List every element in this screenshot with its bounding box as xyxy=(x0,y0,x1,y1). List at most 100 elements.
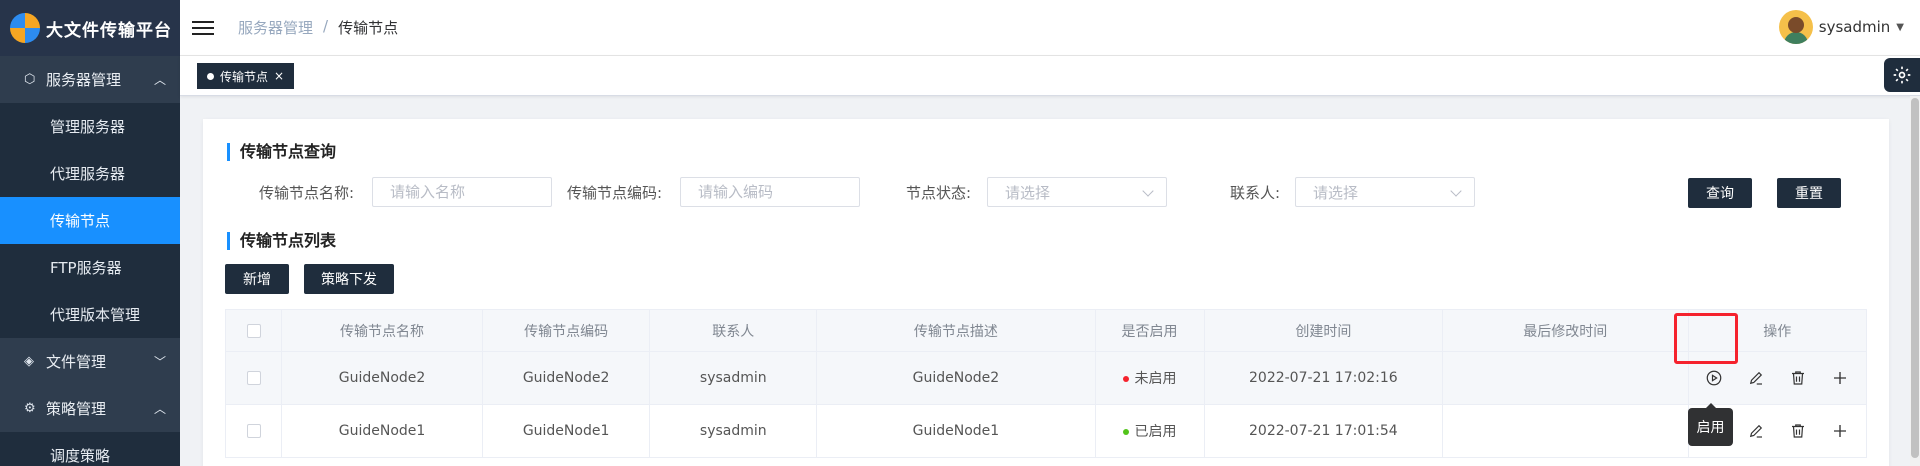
cube-icon: ⬡ xyxy=(24,72,36,87)
sidebar-item-manage-servers[interactable]: 管理服务器 xyxy=(0,103,180,150)
logo-icon xyxy=(10,13,40,43)
sidebar-group-label: 策略管理 xyxy=(46,400,107,418)
add-button[interactable]: 新增 xyxy=(225,264,289,294)
chevron-down-icon xyxy=(1142,185,1154,197)
table-header-row: 传输节点名称 传输节点编码 联系人 传输节点描述 是否启用 创建时间 最后修改时… xyxy=(224,309,1867,352)
dispatch-policy-button[interactable]: 策略下发 xyxy=(304,264,394,294)
column-header: 联系人 xyxy=(649,309,818,352)
select-placeholder: 请选择 xyxy=(1313,183,1359,202)
column-header: 传输节点描述 xyxy=(816,309,1096,352)
tags-view: 传输节点 × xyxy=(180,56,1920,96)
scrollbar-thumb[interactable] xyxy=(1911,98,1919,458)
username[interactable]: sysadmin xyxy=(1819,18,1891,36)
cell-description: GuideNode1 xyxy=(816,404,1096,458)
delete-icon[interactable] xyxy=(1786,419,1810,443)
sidebar-item-proxy-versions[interactable]: 代理版本管理 xyxy=(0,291,180,338)
column-header: 最后修改时间 xyxy=(1442,309,1689,352)
status-dot-icon xyxy=(1122,429,1129,435)
cell-created: 2022-07-21 17:01:54 xyxy=(1203,404,1444,458)
top-header: 服务器管理 / 传输节点 sysadmin ▼ xyxy=(180,0,1920,56)
contact-select[interactable]: 请选择 xyxy=(1295,177,1475,207)
node-code-input[interactable] xyxy=(680,177,860,207)
select-all-checkbox[interactable] xyxy=(224,309,283,352)
column-header: 创建时间 xyxy=(1203,309,1444,352)
cell-status: 已启用 xyxy=(1094,404,1205,458)
sidebar-item-schedule-policy[interactable]: 调度策略 xyxy=(0,432,180,466)
breadcrumb-separator: / xyxy=(323,17,329,35)
cell-modified xyxy=(1442,404,1689,458)
row-checkbox[interactable] xyxy=(224,404,283,458)
caret-down-icon[interactable]: ▼ xyxy=(1896,22,1904,33)
app-logo: 大文件传输平台 xyxy=(0,0,180,56)
chevron-up-icon: ︿ xyxy=(153,402,166,416)
breadcrumb-item-parent[interactable]: 服务器管理 xyxy=(238,17,313,38)
nodes-table: 传输节点名称 传输节点编码 联系人 传输节点描述 是否启用 创建时间 最后修改时… xyxy=(224,309,1867,458)
select-placeholder: 请选择 xyxy=(1005,183,1051,202)
chevron-down-icon: ﹀ xyxy=(153,355,166,369)
cell-modified xyxy=(1442,351,1689,405)
active-dot-icon xyxy=(207,72,214,80)
settings-gear-icon[interactable] xyxy=(1884,58,1920,92)
edit-icon[interactable] xyxy=(1744,419,1768,443)
node-code-label: 传输节点编码: xyxy=(567,184,663,202)
play-icon[interactable] xyxy=(1702,366,1726,390)
highlight-box xyxy=(1674,313,1738,364)
sidebar: 大文件传输平台 ⬡ 服务器管理 ︿ 管理服务器 代理服务器 传输节点 FTP服务… xyxy=(0,0,180,466)
sidebar-item-proxy-servers[interactable]: 代理服务器 xyxy=(0,150,180,197)
tab-label: 传输节点 xyxy=(220,69,269,84)
sidebar-group-policy-management[interactable]: ⚙ 策略管理 ︿ xyxy=(0,385,180,432)
sidebar-group-label: 服务器管理 xyxy=(46,71,122,89)
row-checkbox[interactable] xyxy=(224,351,283,405)
node-name-input[interactable] xyxy=(372,177,552,207)
status-text: 未启用 xyxy=(1134,371,1177,387)
hamburger-icon[interactable] xyxy=(192,20,214,35)
cell-contact: sysadmin xyxy=(649,351,818,405)
edit-icon[interactable] xyxy=(1744,366,1768,390)
add-icon[interactable] xyxy=(1828,366,1852,390)
status-dot-icon xyxy=(1122,376,1129,382)
sidebar-item-transfer-nodes[interactable]: 传输节点 xyxy=(0,197,180,244)
contact-label: 联系人: xyxy=(1230,184,1281,202)
table-row[interactable]: GuideNode1 GuideNode1 sysadmin GuideNode… xyxy=(224,404,1867,458)
node-status-select[interactable]: 请选择 xyxy=(987,177,1167,207)
close-icon[interactable]: × xyxy=(274,69,284,83)
column-header: 传输节点编码 xyxy=(481,309,651,352)
cell-contact: sysadmin xyxy=(649,404,818,458)
list-section-title: 传输节点列表 xyxy=(227,232,336,250)
column-header: 是否启用 xyxy=(1094,309,1205,352)
cell-code: GuideNode1 xyxy=(481,404,651,458)
query-section-title: 传输节点查询 xyxy=(227,143,336,161)
add-icon[interactable] xyxy=(1828,419,1852,443)
delete-icon[interactable] xyxy=(1786,366,1810,390)
breadcrumb-item-current: 传输节点 xyxy=(338,19,399,37)
search-button[interactable]: 查询 xyxy=(1688,178,1752,208)
sidebar-group-file-management[interactable]: ◈ 文件管理 ﹀ xyxy=(0,338,180,385)
main-card: 传输节点查询 传输节点名称: 传输节点编码: 节点状态: 请选择 联系人: 请选… xyxy=(203,119,1889,466)
enable-tooltip: 启用 xyxy=(1688,403,1733,446)
cell-status: 未启用 xyxy=(1094,351,1205,405)
sidebar-menu: ⬡ 服务器管理 ︿ 管理服务器 代理服务器 传输节点 FTP服务器 代理版本管理… xyxy=(0,56,180,466)
tab-transfer-nodes[interactable]: 传输节点 × xyxy=(197,63,295,89)
sidebar-group-server-management[interactable]: ⬡ 服务器管理 ︿ xyxy=(0,56,180,103)
cell-description: GuideNode2 xyxy=(816,351,1096,405)
cell-created: 2022-07-21 17:02:16 xyxy=(1203,351,1444,405)
gear-icon: ⚙ xyxy=(24,401,36,416)
chevron-up-icon: ︿ xyxy=(153,73,166,87)
cell-name: GuideNode1 xyxy=(281,404,483,458)
avatar[interactable] xyxy=(1778,10,1813,44)
app-title: 大文件传输平台 xyxy=(46,20,172,41)
user-menu[interactable]: sysadmin ▼ xyxy=(1778,10,1904,44)
column-header: 传输节点名称 xyxy=(281,309,483,352)
reset-button[interactable]: 重置 xyxy=(1777,178,1841,208)
page-scrollbar[interactable] xyxy=(1910,96,1920,466)
status-text: 已启用 xyxy=(1134,424,1177,440)
sidebar-item-ftp-servers[interactable]: FTP服务器 xyxy=(0,244,180,291)
node-status-label: 节点状态: xyxy=(906,184,972,202)
chevron-down-icon xyxy=(1450,185,1462,197)
table-row[interactable]: GuideNode2 GuideNode2 sysadmin GuideNode… xyxy=(224,351,1867,405)
sidebar-group-label: 文件管理 xyxy=(46,353,107,371)
layers-icon: ◈ xyxy=(24,354,34,369)
node-name-label: 传输节点名称: xyxy=(259,184,355,202)
breadcrumb: 服务器管理 / 传输节点 xyxy=(238,17,398,38)
cell-name: GuideNode2 xyxy=(281,351,483,405)
